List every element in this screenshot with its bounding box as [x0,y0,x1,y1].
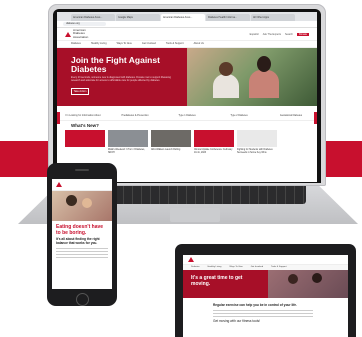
text-placeholder-line [56,257,108,259]
nav-item[interactable]: About Us [194,41,204,47]
header-link[interactable]: Ask The Experts [263,33,281,36]
tablet-lead-text: Regular exercise can help you be in cont… [213,303,297,307]
hero-banner: Join the Fight Against Diabetes Every 23… [57,48,317,106]
person-head [312,273,322,283]
browser-tab[interactable]: Diabetes Health Informa... [206,14,250,21]
phone-title: Eating doesn't have to be boring. [56,224,104,236]
hero-title: Join the Fight Against Diabetes [71,55,160,74]
whats-new-heading: What's New? [71,123,99,128]
tablet-hero-photo [268,270,348,298]
nav-item[interactable]: Ways To Give [117,41,132,47]
person-head [288,274,298,284]
person-head [66,195,77,206]
phone-speaker [75,169,89,171]
smartphone: Eating doesn't have to be boring. It's a… [47,163,117,306]
site-header: American Diabetes Association Español As… [57,28,317,41]
nav-item[interactable]: Tools & Support [166,41,184,47]
laptop: American Diabetes Asso... Google Maps Am… [48,4,326,186]
nav-item[interactable]: Healthy Living [91,41,107,47]
nav-item[interactable]: Get Involved [142,41,156,47]
tablet: Diabetes Healthy Living Ways To Give Get… [175,244,356,337]
news-card-label: Clinical Update Conference: February 10-… [194,149,233,154]
news-card[interactable]: Fighting for Students with Diabetes Succ… [237,130,277,154]
tablet-screen: Diabetes Healthy Living Ways To Give Get… [183,255,348,337]
quick-link[interactable]: Prediabetes & Prevention [109,106,161,120]
text-placeholder-line [213,316,313,318]
text-placeholder-line [56,250,108,252]
feedback-tab[interactable] [314,112,317,124]
quick-link[interactable]: Gestational Diabetes [265,106,317,120]
main-nav: Diabetes Healthy Living Ways To Give Get… [57,41,317,48]
tablet-hero-title: It's a great time to get moving. [191,275,243,287]
hero-text: Every 23 seconds, someone new is diagnos… [71,76,171,82]
text-placeholder-line [56,247,108,249]
header-link[interactable]: Search [285,33,293,36]
news-card-label: Fighting for Students with Diabetes Succ… [237,149,273,154]
browser-tab[interactable]: All Other Apps [251,14,295,21]
nav-item[interactable]: Diabetes [71,41,81,47]
browser-tab-active[interactable]: American Diabetes Asso... [161,14,205,21]
quick-links: I'm Looking for Information About Predia… [57,106,317,121]
ada-logo-icon [65,31,71,37]
quick-link[interactable]: Type 2 Diabetes [213,106,265,120]
person-figure [249,70,279,98]
news-card[interactable]: ADA Walkers Launch Rolling [151,130,191,151]
phone-screen: Eating doesn't have to be boring. It's a… [52,179,112,289]
quick-link[interactable]: Type 1 Diabetes [161,106,213,120]
tablet-footer-text: Get moving with our fitness tools! [213,319,260,324]
news-card[interactable]: Clinical Update Conference: February 10-… [194,130,234,154]
text-placeholder-line [213,309,313,311]
text-placeholder-line [213,312,313,315]
news-card-label: ADA Walkers Launch Rolling [151,149,181,151]
browser-tab[interactable]: Google Maps [116,14,160,21]
text-placeholder-line [56,253,108,256]
tablet-hero: It's a great time to get moving. [183,270,348,298]
person-head [82,198,92,208]
tablet-site-header [183,255,348,265]
hero-photo [187,48,317,106]
browser-tab-strip: American Diabetes Asso... Google Maps Am… [57,12,317,21]
ada-logo-icon [188,257,194,262]
person-head [219,62,233,76]
site-logo-text[interactable]: American Diabetes Association [73,29,95,39]
home-button[interactable] [76,293,89,306]
header-links: Español Ask The Experts Search Donate [250,32,309,36]
phone-hero-photo [52,191,112,221]
laptop-screen: American Diabetes Asso... Google Maps Am… [57,12,317,182]
browser-tab[interactable]: American Diabetes Asso... [71,14,115,21]
tablet-body: Regular exercise can help you be in cont… [183,298,348,324]
news-card-label: Walk's Weekend: It Turn 3 Diabetes, SDOH [108,149,145,154]
take-action-button[interactable]: Take Action [71,88,89,95]
person-head [257,56,271,72]
phone-subtitle: It's all about finding the right balance… [56,237,100,245]
url-input[interactable]: diabetes.org [63,22,106,26]
feedback-tab[interactable] [57,112,60,124]
news-cards: Walk's Weekend: It Turn 3 Diabetes, SDOH… [57,130,317,154]
quick-link: I'm Looking for Information About [65,114,101,117]
person-figure [213,74,239,98]
news-card[interactable] [65,130,105,147]
news-card[interactable]: Walk's Weekend: It Turn 3 Diabetes, SDOH [108,130,148,154]
laptop-bezel: American Diabetes Asso... Google Maps Am… [53,9,321,183]
header-link[interactable]: Español [250,33,259,36]
address-bar: diabetes.org [57,21,317,28]
ada-logo-icon [56,182,62,187]
phone-site-header [52,179,112,191]
donate-button[interactable]: Donate [296,32,309,36]
laptop-trackpad [170,208,220,222]
